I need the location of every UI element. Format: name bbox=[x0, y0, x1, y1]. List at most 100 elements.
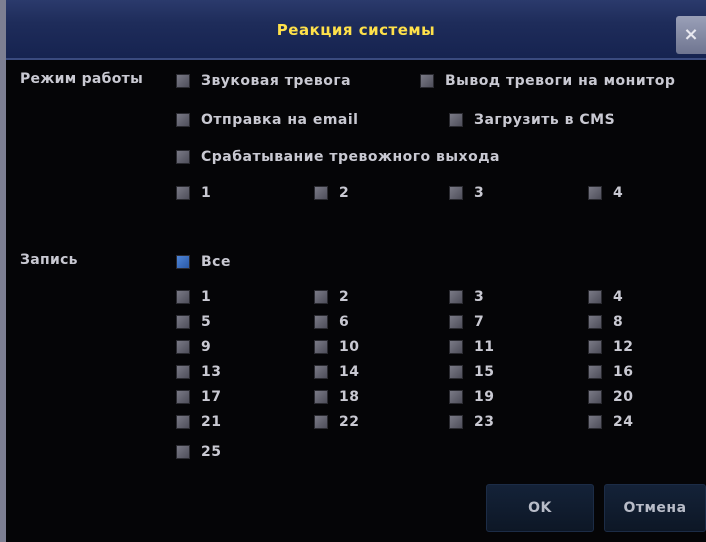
channel-checkbox-12[interactable]: 12 bbox=[588, 338, 633, 356]
channel-checkbox-20[interactable]: 20 bbox=[588, 388, 633, 406]
email-label: Отправка на email bbox=[201, 112, 359, 128]
output-label: 1 bbox=[201, 185, 212, 201]
channel-label: 2 bbox=[339, 289, 350, 305]
record-all-checkbox[interactable]: Все bbox=[176, 253, 231, 271]
channel-checkbox-4[interactable]: 4 bbox=[588, 288, 623, 306]
channel-label: 23 bbox=[474, 414, 495, 430]
channel-checkbox-15[interactable]: 15 bbox=[449, 363, 494, 381]
channel-label: 16 bbox=[613, 364, 634, 380]
channel-label: 22 bbox=[339, 414, 360, 430]
channel-label: 17 bbox=[201, 389, 222, 405]
channel-checkbox-7[interactable]: 7 bbox=[449, 313, 484, 331]
output-checkbox-2[interactable]: 2 bbox=[314, 184, 349, 202]
channel-label: 6 bbox=[339, 314, 350, 330]
alarm-output-checkbox[interactable]: Срабатывание тревожного выхода bbox=[176, 148, 500, 166]
close-icon: × bbox=[683, 24, 699, 45]
checkbox-icon bbox=[176, 365, 190, 379]
channel-checkbox-11[interactable]: 11 bbox=[449, 338, 494, 356]
channel-checkbox-16[interactable]: 16 bbox=[588, 363, 633, 381]
checkbox-icon bbox=[449, 186, 463, 200]
checkbox-icon bbox=[314, 390, 328, 404]
channel-label: 13 bbox=[201, 364, 222, 380]
checkbox-icon bbox=[420, 74, 434, 88]
channel-label: 25 bbox=[201, 444, 222, 460]
channel-checkbox-17[interactable]: 17 bbox=[176, 388, 221, 406]
channel-label: 7 bbox=[474, 314, 485, 330]
channel-checkbox-2[interactable]: 2 bbox=[314, 288, 349, 306]
channel-checkbox-14[interactable]: 14 bbox=[314, 363, 359, 381]
checkbox-icon bbox=[176, 150, 190, 164]
monitor-alarm-checkbox[interactable]: Вывод тревоги на монитор bbox=[420, 72, 675, 90]
dialog-title: Реакция системы bbox=[276, 21, 436, 39]
record-label: Запись bbox=[20, 252, 78, 268]
email-checkbox[interactable]: Отправка на email bbox=[176, 111, 358, 129]
checkbox-icon bbox=[588, 315, 602, 329]
channel-checkbox-5[interactable]: 5 bbox=[176, 313, 211, 331]
mode-label: Режим работы bbox=[20, 71, 144, 87]
channel-checkbox-22[interactable]: 22 bbox=[314, 413, 359, 431]
channel-label: 8 bbox=[613, 314, 624, 330]
checkbox-icon bbox=[314, 365, 328, 379]
channel-label: 20 bbox=[613, 389, 634, 405]
channel-checkbox-6[interactable]: 6 bbox=[314, 313, 349, 331]
checkbox-icon bbox=[176, 315, 190, 329]
channel-checkbox-23[interactable]: 23 bbox=[449, 413, 494, 431]
checkbox-icon bbox=[176, 340, 190, 354]
checkbox-icon bbox=[176, 186, 190, 200]
system-reaction-dialog: Реакция системы × Режим работы Звуковая … bbox=[0, 0, 706, 542]
output-label: 4 bbox=[613, 185, 624, 201]
checkbox-icon bbox=[176, 255, 190, 269]
checkbox-icon bbox=[176, 113, 190, 127]
checkbox-icon bbox=[449, 340, 463, 354]
channel-checkbox-21[interactable]: 21 bbox=[176, 413, 221, 431]
checkbox-icon bbox=[588, 290, 602, 304]
channel-checkbox-1[interactable]: 1 bbox=[176, 288, 211, 306]
checkbox-icon bbox=[449, 390, 463, 404]
channel-label: 24 bbox=[613, 414, 634, 430]
checkbox-icon bbox=[588, 340, 602, 354]
sound-alarm-checkbox[interactable]: Звуковая тревога bbox=[176, 72, 351, 90]
ok-button[interactable]: OK bbox=[486, 484, 594, 532]
cms-upload-checkbox[interactable]: Загрузить в CMS bbox=[449, 111, 615, 129]
channel-checkbox-25[interactable]: 25 bbox=[176, 443, 221, 461]
output-checkbox-4[interactable]: 4 bbox=[588, 184, 623, 202]
output-checkbox-1[interactable]: 1 bbox=[176, 184, 211, 202]
channel-label: 19 bbox=[474, 389, 495, 405]
output-checkbox-3[interactable]: 3 bbox=[449, 184, 484, 202]
channel-checkbox-19[interactable]: 19 bbox=[449, 388, 494, 406]
channel-checkbox-9[interactable]: 9 bbox=[176, 338, 211, 356]
channel-label: 15 bbox=[474, 364, 495, 380]
channel-label: 12 bbox=[613, 339, 634, 355]
record-all-label: Все bbox=[201, 254, 231, 270]
channel-checkbox-10[interactable]: 10 bbox=[314, 338, 359, 356]
checkbox-icon bbox=[588, 415, 602, 429]
channel-label: 10 bbox=[339, 339, 360, 355]
checkbox-icon bbox=[449, 365, 463, 379]
checkbox-icon bbox=[588, 365, 602, 379]
channel-checkbox-8[interactable]: 8 bbox=[588, 313, 623, 331]
channel-label: 3 bbox=[474, 289, 485, 305]
channel-label: 9 bbox=[201, 339, 212, 355]
channel-checkbox-3[interactable]: 3 bbox=[449, 288, 484, 306]
channel-checkbox-24[interactable]: 24 bbox=[588, 413, 633, 431]
checkbox-icon bbox=[449, 113, 463, 127]
checkbox-icon bbox=[176, 445, 190, 459]
channel-checkbox-18[interactable]: 18 bbox=[314, 388, 359, 406]
monitor-alarm-label: Вывод тревоги на монитор bbox=[445, 73, 676, 89]
checkbox-icon bbox=[314, 315, 328, 329]
close-button[interactable]: × bbox=[676, 16, 706, 54]
checkbox-icon bbox=[176, 74, 190, 88]
checkbox-icon bbox=[314, 290, 328, 304]
checkbox-icon bbox=[176, 290, 190, 304]
dialog-titlebar: Реакция системы × bbox=[6, 0, 706, 60]
channel-label: 14 bbox=[339, 364, 360, 380]
checkbox-icon bbox=[176, 415, 190, 429]
channel-checkbox-13[interactable]: 13 bbox=[176, 363, 221, 381]
output-label: 2 bbox=[339, 185, 350, 201]
cancel-button[interactable]: Отмена bbox=[604, 484, 706, 532]
checkbox-icon bbox=[449, 415, 463, 429]
checkbox-icon bbox=[588, 390, 602, 404]
checkbox-icon bbox=[449, 315, 463, 329]
checkbox-icon bbox=[588, 186, 602, 200]
channel-label: 4 bbox=[613, 289, 624, 305]
